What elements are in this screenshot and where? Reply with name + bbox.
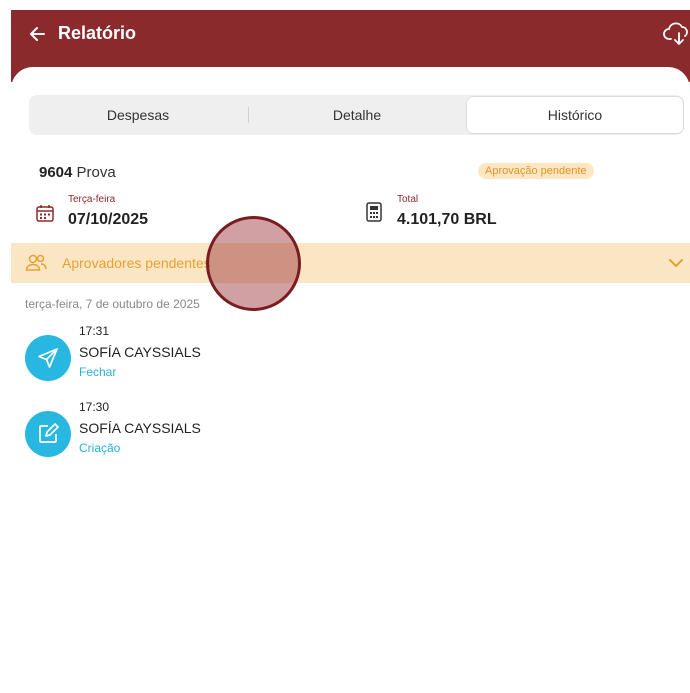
pending-approvers-bar[interactable]: Aprovadores pendentes (11, 243, 690, 283)
history-action: Criação (79, 441, 121, 455)
date-value: 07/10/2025 (68, 211, 149, 228)
edit-icon (25, 411, 71, 457)
touch-indicator (206, 216, 301, 311)
date-label: Terça-feira (68, 194, 116, 205)
tab-bar: Despesas Detalhe Histórico (29, 95, 684, 135)
total-label: Total (397, 194, 419, 205)
report-number: 9604 (39, 164, 73, 181)
history-user: SOFÍA CAYSSIALS (79, 344, 201, 360)
cloud-download-icon[interactable] (663, 22, 690, 46)
approvers-label: Aprovadores pendentes (62, 255, 211, 271)
report-heading: 9604 Prova (39, 164, 116, 181)
report-name: Prova (76, 164, 116, 181)
tab-despesas[interactable]: Despesas (29, 95, 247, 135)
history-item: 17:30 SOFÍA CAYSSIALS Criação (25, 400, 425, 460)
history-user: SOFÍA CAYSSIALS (79, 420, 201, 436)
history-action: Fechar (79, 365, 117, 379)
people-icon (25, 254, 47, 271)
tab-detalhe[interactable]: Detalhe (248, 95, 466, 135)
tab-historico[interactable]: Histórico (466, 96, 684, 134)
total-value: 4.101,70 BRL (397, 211, 497, 228)
history-time: 17:31 (79, 324, 110, 338)
calendar-icon (36, 205, 54, 222)
send-icon (25, 335, 71, 381)
history-time: 17:30 (79, 400, 110, 414)
history-date-heading: terça-feira, 7 de outubro de 2025 (25, 297, 200, 311)
arrow-left-icon[interactable] (27, 24, 47, 44)
chevron-down-icon[interactable] (668, 257, 684, 269)
calculator-icon (366, 202, 382, 222)
top-frame (0, 0, 690, 10)
page-title: Relatório (58, 23, 137, 43)
status-badge: Aprovação pendente (478, 163, 594, 179)
history-item: 17:31 SOFÍA CAYSSIALS Fechar (25, 324, 425, 384)
